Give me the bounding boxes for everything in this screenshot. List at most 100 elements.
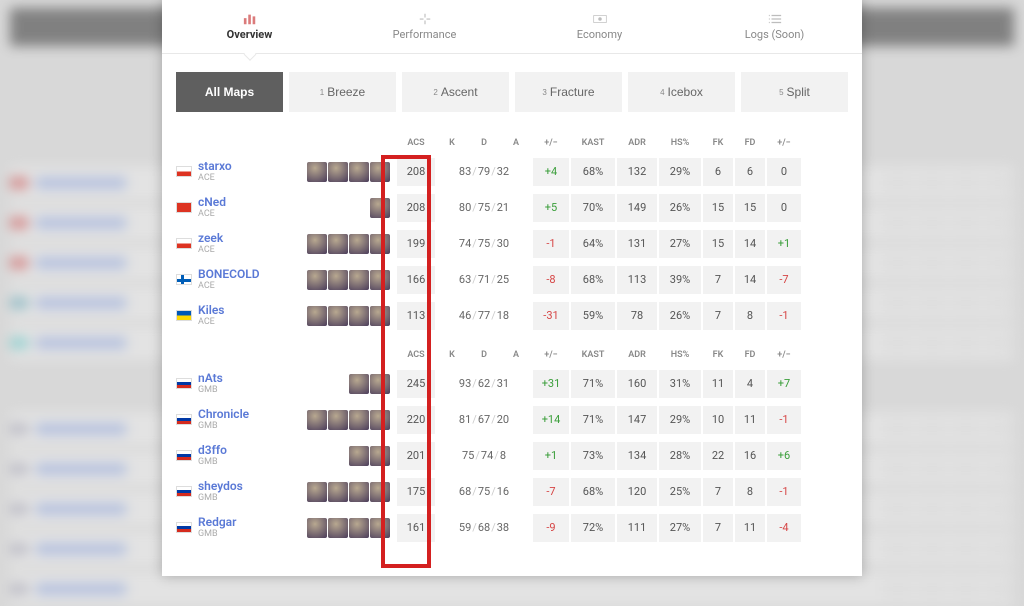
map-tabs: All Maps1Breeze2Ascent3Fracture4Icebox5S… — [162, 54, 862, 132]
col-header[interactable]: HS% — [658, 138, 702, 148]
stat-cell-kda: 46/77/18 — [437, 302, 531, 330]
col-header[interactable]: D — [468, 350, 500, 360]
col-header[interactable]: ADR — [616, 350, 658, 360]
stat-cell: +4 — [533, 158, 569, 186]
col-header[interactable]: A — [500, 350, 532, 360]
stat-cell: 113 — [397, 302, 435, 330]
stat-cell-kda: 83/79/32 — [437, 158, 531, 186]
agent-icons — [296, 374, 396, 394]
stat-cell: 15 — [703, 230, 733, 258]
agent-icons — [296, 518, 396, 538]
col-header[interactable]: +/− — [532, 350, 570, 360]
stat-cell: -1 — [533, 230, 569, 258]
player-link[interactable]: starxo — [198, 160, 232, 173]
tab-label: Overview — [227, 28, 273, 41]
agent-icons — [296, 446, 396, 466]
col-header[interactable]: +/− — [766, 350, 802, 360]
agent-icon — [307, 270, 327, 290]
agent-icon — [307, 482, 327, 502]
stat-cell: 16 — [735, 442, 765, 470]
map-tab-fracture[interactable]: 3Fracture — [515, 72, 622, 112]
player-row: starxoACE20883/79/32+468%13229%660 — [176, 154, 848, 190]
col-header[interactable]: FK — [702, 350, 734, 360]
player-link[interactable]: d3ffo — [198, 444, 227, 457]
player-link[interactable]: Kiles — [198, 304, 224, 317]
col-header[interactable]: +/− — [532, 138, 570, 148]
col-header[interactable]: ACS — [396, 350, 436, 360]
stat-cell: 166 — [397, 266, 435, 294]
stat-cell: 4 — [735, 370, 765, 398]
team-tag: GMB — [198, 494, 243, 504]
player-link[interactable]: Redgar — [198, 516, 236, 529]
map-tab-split[interactable]: 5Split — [741, 72, 848, 112]
col-header[interactable]: ADR — [616, 138, 658, 148]
player-row: ChronicleGMB22081/67/20+1471%14729%1011-… — [176, 402, 848, 438]
stat-cell: -1 — [767, 478, 801, 506]
col-header[interactable]: D — [468, 138, 500, 148]
overview-icon — [243, 13, 257, 25]
tab-logs[interactable]: Logs (Soon) — [687, 0, 862, 53]
agent-icon — [370, 198, 390, 218]
player-link[interactable]: nAts — [198, 372, 223, 385]
map-tab-breeze[interactable]: 1Breeze — [289, 72, 396, 112]
tab-economy[interactable]: Economy — [512, 0, 687, 53]
col-header[interactable]: FK — [702, 138, 734, 148]
team-tag: ACE — [198, 318, 224, 328]
stat-cell: +7 — [767, 370, 801, 398]
player-row: KilesACE11346/77/18-3159%7826%78-1 — [176, 298, 848, 334]
stat-cell: 201 — [397, 442, 435, 470]
flag-icon — [176, 450, 192, 461]
player-link[interactable]: Chronicle — [198, 408, 249, 421]
tab-label: Logs (Soon) — [745, 28, 805, 41]
col-header[interactable]: +/− — [766, 138, 802, 148]
col-header[interactable]: K — [436, 350, 468, 360]
player-link[interactable]: zeek — [198, 232, 223, 245]
stat-cell-kda: 59/68/38 — [437, 514, 531, 542]
col-header[interactable]: KAST — [570, 350, 616, 360]
col-header[interactable]: FD — [734, 138, 766, 148]
agent-icon — [349, 410, 369, 430]
player-link[interactable]: BONECOLD — [198, 268, 260, 281]
stat-cell: 6 — [703, 158, 733, 186]
stat-cell: 15 — [703, 194, 733, 222]
stat-header: ACSKDA+/−KASTADRHS%FKFD+/− — [176, 344, 848, 366]
tab-overview[interactable]: Overview — [162, 0, 337, 53]
col-header[interactable]: HS% — [658, 350, 702, 360]
agent-icon — [370, 374, 390, 394]
stat-cell: 70% — [571, 194, 615, 222]
col-header[interactable]: A — [500, 138, 532, 148]
stat-cell: 7 — [703, 514, 733, 542]
agent-icon — [370, 162, 390, 182]
stat-cell: 7 — [703, 266, 733, 294]
map-tab-ascent[interactable]: 2Ascent — [402, 72, 509, 112]
map-tab-icebox[interactable]: 4Icebox — [628, 72, 735, 112]
stat-cell: 132 — [617, 158, 657, 186]
flag-icon — [176, 238, 192, 249]
agent-icons — [296, 270, 396, 290]
player-link[interactable]: sheydos — [198, 480, 243, 493]
tab-performance[interactable]: Performance — [337, 0, 512, 53]
col-header[interactable]: K — [436, 138, 468, 148]
stat-cell: -31 — [533, 302, 569, 330]
player-link[interactable]: cNed — [198, 196, 226, 209]
agent-icons — [296, 234, 396, 254]
stats-panel: Overview Performance Economy Logs (Soon)… — [162, 0, 862, 576]
team-tag: ACE — [198, 246, 223, 256]
col-header[interactable]: ACS — [396, 138, 436, 148]
map-tab-all-maps[interactable]: All Maps — [176, 72, 283, 112]
col-header[interactable]: KAST — [570, 138, 616, 148]
col-header[interactable]: FD — [734, 350, 766, 360]
agent-icon — [307, 162, 327, 182]
stat-cell: -8 — [533, 266, 569, 294]
agent-icon — [370, 482, 390, 502]
stat-cell-kda: 68/75/16 — [437, 478, 531, 506]
stat-cell: 0 — [767, 158, 801, 186]
flag-icon — [176, 414, 192, 425]
main-tabs: Overview Performance Economy Logs (Soon) — [162, 0, 862, 54]
agent-icon — [349, 162, 369, 182]
stat-cell: 131 — [617, 230, 657, 258]
agent-icon — [328, 234, 348, 254]
stat-cell: -1 — [767, 302, 801, 330]
agent-icon — [307, 518, 327, 538]
stat-cell: 245 — [397, 370, 435, 398]
